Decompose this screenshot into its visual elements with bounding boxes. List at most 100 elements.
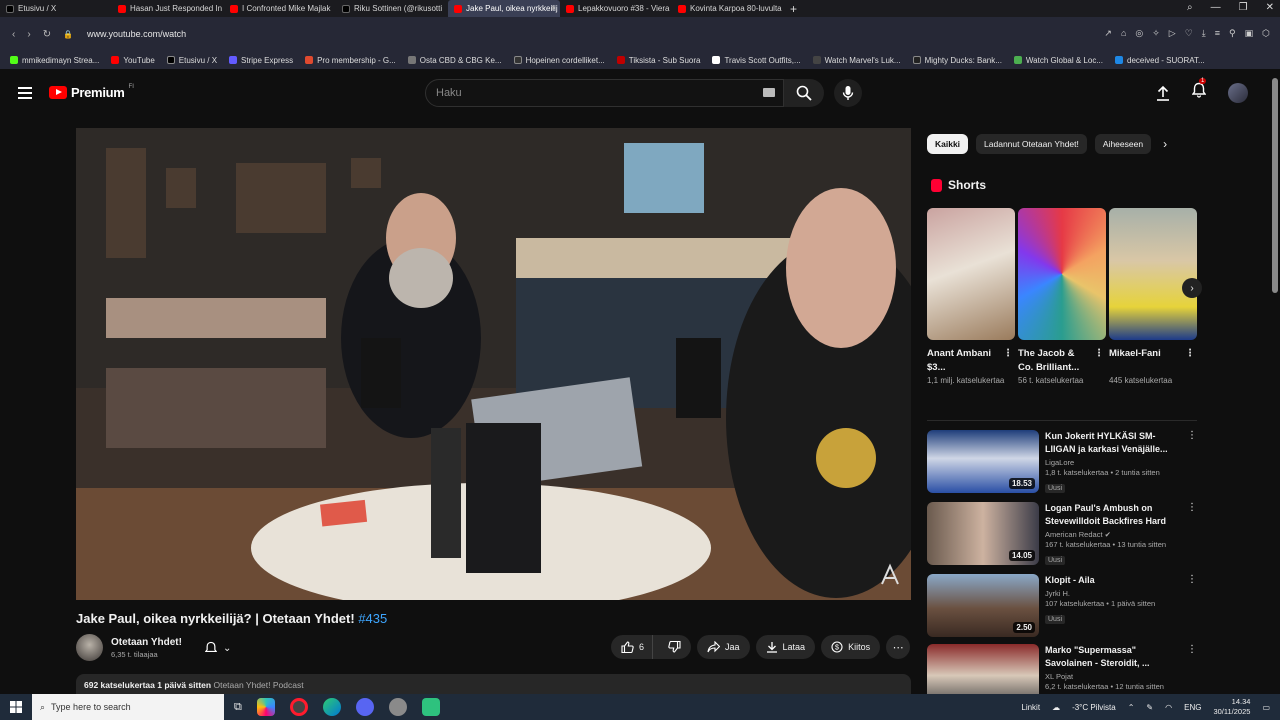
chevron-right-icon[interactable]: › — [1163, 137, 1167, 151]
hashtag-link[interactable]: #435 — [358, 611, 387, 626]
browser-tab[interactable]: Lepakkovuoro #38 - Viera — [560, 0, 672, 17]
pen-icon[interactable]: ✎ — [1146, 703, 1153, 712]
language-indicator[interactable]: ENG — [1184, 703, 1201, 712]
browser-tab[interactable]: Etusivu / X — [0, 0, 112, 17]
voice-search-button[interactable] — [834, 79, 862, 107]
channel-name[interactable]: American Redact ✔ — [1045, 530, 1197, 539]
search-input[interactable]: Haku — [425, 79, 784, 107]
camera-icon[interactable]: ⌂ — [1121, 28, 1126, 39]
shorts-next-button[interactable]: › — [1182, 278, 1202, 298]
short-thumbnail[interactable] — [1109, 208, 1197, 340]
settings-icon[interactable]: ⬡ — [1262, 28, 1270, 39]
back-icon[interactable]: ‹ — [12, 29, 15, 40]
wifi-icon[interactable]: ◠ — [1165, 703, 1172, 712]
taskbar-search[interactable]: ⌕ Type here to search — [32, 694, 224, 720]
bookmark[interactable]: Watch Marvel's Luk... — [812, 56, 901, 65]
bookmark[interactable]: Travis Scott Outfits,... — [712, 56, 801, 65]
app-icon-discord[interactable] — [355, 698, 374, 716]
reload-icon[interactable]: ↻ — [43, 29, 51, 40]
recommended-video[interactable]: 18.53 Kun Jokerit HYLKÄSI SM-LIIGAN ja k… — [927, 430, 1197, 495]
heart-icon[interactable]: ♡ — [1185, 28, 1193, 39]
notification-center-icon[interactable]: ▭ — [1262, 703, 1270, 712]
bookmark[interactable]: Hopeinen cordelliket... — [513, 56, 605, 65]
download-button[interactable]: Lataa — [755, 635, 816, 659]
app-icon-green[interactable] — [421, 698, 440, 716]
keyboard-icon[interactable] — [763, 88, 775, 97]
url-field[interactable]: www.youtube.com/watch — [87, 29, 186, 39]
bookmark[interactable]: mmikedimayn Strea... — [10, 56, 99, 65]
sidebar-icon[interactable]: ▣ — [1245, 28, 1254, 39]
youtube-premium-logo[interactable]: Premium FI — [49, 84, 134, 100]
bookmark[interactable]: deceived - SUORAT... — [1115, 56, 1205, 65]
short-item[interactable]: Anant Ambani $3... ⋮ 1,1 milj. katseluker… — [927, 208, 1015, 387]
start-button[interactable] — [0, 701, 32, 713]
menu-icon[interactable]: ≡ — [1215, 28, 1220, 39]
send-icon[interactable]: ↗ — [1104, 28, 1112, 39]
channel-name[interactable]: LigaLore — [1045, 458, 1197, 467]
browser-tab[interactable]: Hasan Just Responded In — [112, 0, 224, 17]
search-tabs-icon[interactable]: ⌕ — [1187, 2, 1193, 13]
bookmark[interactable]: Stripe Express — [229, 56, 293, 65]
bookmark[interactable]: Osta CBD & CBG Ke... — [407, 56, 502, 65]
shield-icon[interactable]: ◎ — [1135, 28, 1143, 39]
short-item[interactable]: Mikael-Fani ⋮ 445 katselukertaa — [1109, 208, 1197, 387]
clock[interactable]: 14.34 30/11/2025 — [1213, 697, 1250, 717]
bookmark[interactable]: Mighty Ducks: Bank... — [912, 56, 1002, 65]
more-vertical-icon[interactable]: ⋮ — [1187, 644, 1197, 655]
app-icon-edge[interactable] — [322, 698, 341, 716]
podcast-link[interactable]: Otetaan Yhdet! Podcast — [213, 680, 303, 690]
close-tab-icon[interactable]: × — [551, 3, 556, 13]
more-vertical-icon[interactable]: ⋮ — [1003, 347, 1013, 361]
video-thumbnail[interactable]: 18.53 — [927, 430, 1039, 493]
search-button[interactable] — [784, 79, 824, 107]
short-thumbnail[interactable] — [1018, 208, 1106, 340]
bookmark[interactable]: Pro membership - G... — [305, 56, 396, 65]
subscription-notification-button[interactable]: ⌄ — [197, 636, 247, 660]
notifications-button[interactable]: 1 — [1191, 78, 1207, 103]
play-icon[interactable]: ▷ — [1169, 28, 1176, 39]
video-description[interactable]: 692 katselukertaa 1 päivä sitten Otetaan… — [76, 674, 911, 696]
bookmark[interactable]: YouTube — [111, 56, 155, 65]
like-button[interactable]: 6 — [611, 635, 654, 659]
channel-avatar[interactable] — [76, 634, 103, 661]
more-vertical-icon[interactable]: ⋮ — [1094, 347, 1104, 361]
share-button[interactable]: Jaa — [697, 635, 750, 659]
more-vertical-icon[interactable]: ⋮ — [1187, 430, 1197, 441]
short-title[interactable]: The Jacob & Co. Brilliant... ⋮ — [1018, 347, 1106, 375]
forward-icon[interactable]: › — [27, 29, 30, 40]
links-label[interactable]: Linkit — [1021, 703, 1040, 712]
channel-name[interactable]: Otetaan Yhdet! — [111, 637, 182, 648]
browser-tab[interactable]: Kovinta Karpoa 80-luvulta — [672, 0, 784, 17]
chip-all[interactable]: Kaikki — [927, 134, 969, 154]
bookmark[interactable]: Etusivu / X — [166, 56, 217, 65]
video-title[interactable]: Klopit - Aila — [1045, 574, 1197, 587]
lock-icon[interactable]: 🔒 — [63, 30, 73, 39]
short-title[interactable]: Anant Ambani $3... ⋮ — [927, 347, 1015, 375]
more-actions-button[interactable]: ⋯ — [886, 635, 911, 659]
app-icon-copilot[interactable] — [256, 698, 275, 716]
recommended-video[interactable]: 14.05 Logan Paul's Ambush on Stevewilldo… — [927, 502, 1197, 567]
avatar[interactable] — [1228, 82, 1248, 103]
chip-related[interactable]: Aiheeseen — [1094, 134, 1152, 154]
new-tab-icon[interactable]: + — [790, 2, 797, 16]
video-title[interactable]: Marko "Supermassa" Savolainen - Steroidi… — [1045, 644, 1197, 670]
browser-tab[interactable]: I Confronted Mike Majlak — [224, 0, 336, 17]
short-thumbnail[interactable] — [927, 208, 1015, 340]
weather-icon[interactable]: ☁ — [1052, 703, 1060, 712]
video-player[interactable] — [76, 128, 911, 600]
bookmark[interactable]: Watch Global & Loc... — [1013, 56, 1103, 65]
browser-tab-active[interactable]: Jake Paul, oikea nyrkkeilij × — [448, 0, 560, 17]
dislike-button[interactable] — [658, 635, 691, 659]
page-scrollbar[interactable] — [1272, 78, 1278, 293]
more-vertical-icon[interactable]: ⋮ — [1187, 574, 1197, 585]
video-title[interactable]: Logan Paul's Ambush on Stevewilldoit Bac… — [1045, 502, 1197, 528]
channel-name[interactable]: Jyrki H. — [1045, 589, 1197, 598]
download-icon[interactable]: ⤓ — [1202, 28, 1206, 39]
close-window-icon[interactable]: ✕ — [1266, 2, 1274, 13]
extension-icon[interactable]: ✧ — [1152, 28, 1160, 39]
weather-text[interactable]: -3°C Pilvista — [1072, 703, 1116, 712]
video-thumbnail[interactable]: 14.05 — [927, 502, 1039, 565]
short-title[interactable]: Mikael-Fani ⋮ — [1109, 347, 1197, 375]
more-vertical-icon[interactable]: ⋮ — [1187, 502, 1197, 513]
upload-icon[interactable] — [1156, 85, 1170, 101]
